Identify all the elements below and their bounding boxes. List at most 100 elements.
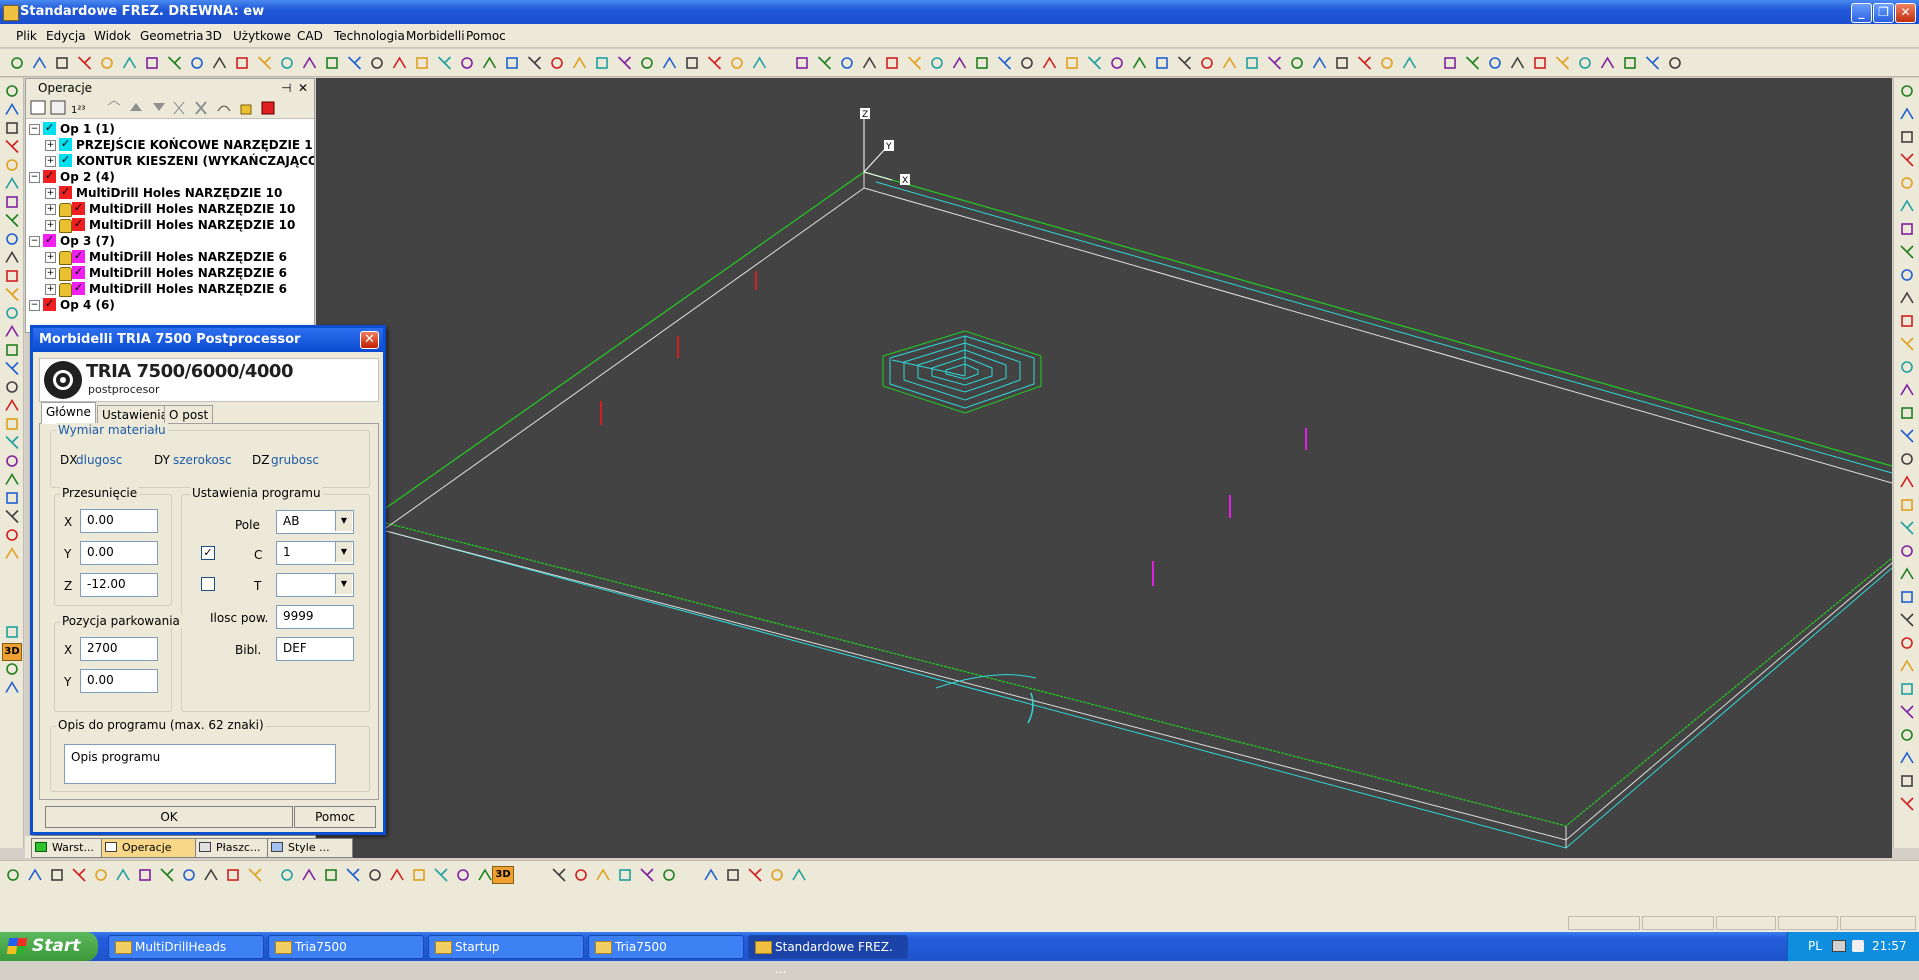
toolbar-button-icon[interactable] (5, 435, 19, 450)
volume-icon[interactable] (1852, 940, 1864, 952)
toolbar-button-icon[interactable] (236, 57, 248, 69)
toolbar-button-icon[interactable] (1900, 751, 1914, 764)
toolbar-button-icon[interactable] (1901, 499, 1913, 511)
move-down-icon[interactable] (153, 103, 165, 111)
toolbar-button-icon[interactable] (6, 196, 18, 208)
toolbar-button-icon[interactable] (183, 869, 195, 881)
renumber-icon[interactable]: 1²³ (71, 105, 85, 116)
toolbar-button-icon[interactable] (478, 868, 492, 881)
toolbar-button-icon[interactable] (77, 56, 92, 70)
toolbar-button-icon[interactable] (6, 455, 18, 467)
tree-operation-item[interactable]: + ✓ PRZEJŚCIE KOŃCOWE NARZĘDZIE 1 (26, 137, 314, 153)
toolbar-button-icon[interactable] (1900, 475, 1914, 488)
toolbar-button-icon[interactable] (5, 546, 19, 559)
toolbar-button-icon[interactable] (191, 57, 203, 69)
dz-value[interactable]: grubosc (271, 453, 319, 467)
toolbar-button-icon[interactable] (7, 869, 19, 881)
collapse-icon[interactable]: − (29, 172, 40, 183)
toolbar-button-icon[interactable] (1021, 57, 1033, 69)
toolbar-button-icon[interactable] (281, 57, 293, 69)
unlock-all-icon[interactable] (261, 101, 275, 115)
toolbar-button-icon[interactable] (5, 680, 19, 693)
toolbar-button-icon[interactable] (1579, 57, 1591, 69)
toolbar-button-icon[interactable] (686, 57, 698, 69)
toolbar-button-icon[interactable] (1900, 567, 1914, 580)
toolbar-button-icon[interactable] (302, 868, 316, 881)
toolbar-button-icon[interactable] (1901, 591, 1913, 603)
task-tria7500-2[interactable]: Tria7500 (588, 935, 744, 959)
toolbar-button-icon[interactable] (952, 56, 967, 69)
toolbar-button-icon[interactable] (6, 381, 18, 393)
menu-uzytkowe[interactable]: Użytkowe (233, 29, 291, 43)
operations-tree[interactable]: − ✓ Op 1 (1) + ✓ PRZEJŚCIE KOŃCOWE NARZĘDZIE … (26, 121, 314, 333)
language-indicator[interactable]: PL (1808, 932, 1822, 961)
parking-y-input[interactable]: 0.00 (80, 669, 158, 693)
toolbar-button-icon[interactable] (663, 869, 675, 881)
tree-operation-item[interactable]: + ✓ MultiDrill Holes NARZĘDZIE 10 (26, 217, 314, 233)
expand-icon[interactable]: + (45, 220, 56, 231)
cad-viewport[interactable]: Z Y X (316, 78, 1892, 858)
expand-icon[interactable]: + (45, 140, 56, 151)
toolbar-button-icon[interactable] (640, 868, 654, 882)
toolbar-button-icon[interactable] (1901, 545, 1913, 557)
toolbar-button-icon[interactable] (5, 102, 19, 115)
delete-icon[interactable] (195, 101, 207, 115)
parking-x-input[interactable]: 2700 (80, 637, 158, 661)
t-dropdown-icon[interactable]: ▼ (335, 574, 352, 594)
toolbar-button-icon[interactable] (1901, 177, 1913, 189)
toolbar-button-icon[interactable] (1900, 521, 1914, 535)
collapse-icon[interactable]: − (29, 300, 40, 311)
enabled-checkbox[interactable]: ✓ (43, 234, 56, 247)
toolbar-button-icon[interactable] (6, 626, 18, 638)
expand-icon[interactable]: + (45, 268, 56, 279)
lock-icon[interactable] (240, 104, 252, 115)
ok-button[interactable]: OK (45, 806, 293, 828)
3d-view-button[interactable]: 3D (2, 643, 22, 661)
right-toolbar-icons[interactable] (1894, 78, 1919, 848)
toolbar-button-icon[interactable] (506, 57, 518, 69)
toolbar-button-icon[interactable] (5, 213, 19, 228)
enabled-checkbox[interactable]: ✓ (59, 138, 72, 151)
toolbar-button-icon[interactable] (1900, 705, 1914, 719)
c-dropdown-icon[interactable]: ▼ (335, 542, 352, 562)
toolbar-button-icon[interactable] (1901, 637, 1913, 649)
c-select[interactable]: 1 ▼ (276, 541, 354, 565)
toolbar-button-icon[interactable] (139, 869, 151, 881)
description-input[interactable]: Opis programu (64, 744, 336, 784)
toolbar-button-icon[interactable] (5, 324, 19, 337)
toolbar-button-icon[interactable] (1312, 56, 1327, 69)
task-startup[interactable]: Startup (428, 935, 584, 959)
expand-icon[interactable]: + (45, 188, 56, 199)
toolbar-button-icon[interactable] (1087, 56, 1102, 70)
menu-plik[interactable]: Plik (16, 29, 37, 43)
toolbar-button-icon[interactable] (997, 56, 1012, 70)
toolbar-button-icon[interactable] (369, 869, 381, 881)
close-button[interactable]: ✕ (1895, 3, 1916, 23)
toolbar-button-icon[interactable] (437, 56, 452, 70)
toolbar-button-icon[interactable] (1465, 56, 1480, 70)
toolbar-button-icon[interactable] (1267, 56, 1282, 70)
toolbar-button-icon[interactable] (1900, 383, 1914, 396)
toolbar-button-icon[interactable] (1336, 57, 1348, 69)
expand-icon[interactable]: + (45, 204, 56, 215)
toolbar-button-icon[interactable] (6, 85, 18, 97)
toolbar-button-icon[interactable] (1900, 199, 1914, 212)
toolbar-button-icon[interactable] (204, 868, 218, 881)
toolbar-button-icon[interactable] (392, 56, 407, 69)
help-button[interactable]: Pomoc (294, 806, 376, 828)
toolbar-button-icon[interactable] (1645, 56, 1660, 70)
toolbar-button-icon[interactable] (1489, 57, 1501, 69)
tree-operation-item[interactable]: + ✓ MultiDrill Holes NARZĘDZIE 10 (26, 185, 314, 201)
toolbar-button-icon[interactable] (641, 57, 653, 69)
toolbar-button-icon[interactable] (6, 159, 18, 171)
toolbar-icons[interactable] (0, 49, 1919, 77)
toolbar-button-icon[interactable] (6, 344, 18, 356)
toolbar-button-icon[interactable] (596, 868, 610, 881)
enabled-checkbox[interactable]: ✓ (59, 186, 72, 199)
c-checkbox[interactable]: ✓ (201, 546, 215, 560)
toolbar-button-icon[interactable] (1900, 153, 1914, 167)
enabled-checkbox[interactable]: ✓ (59, 154, 72, 167)
toolbar-button-icon[interactable] (248, 868, 262, 882)
menu-morbidelli[interactable]: Morbidelli (406, 29, 465, 43)
toolbar-button-icon[interactable] (122, 56, 137, 69)
